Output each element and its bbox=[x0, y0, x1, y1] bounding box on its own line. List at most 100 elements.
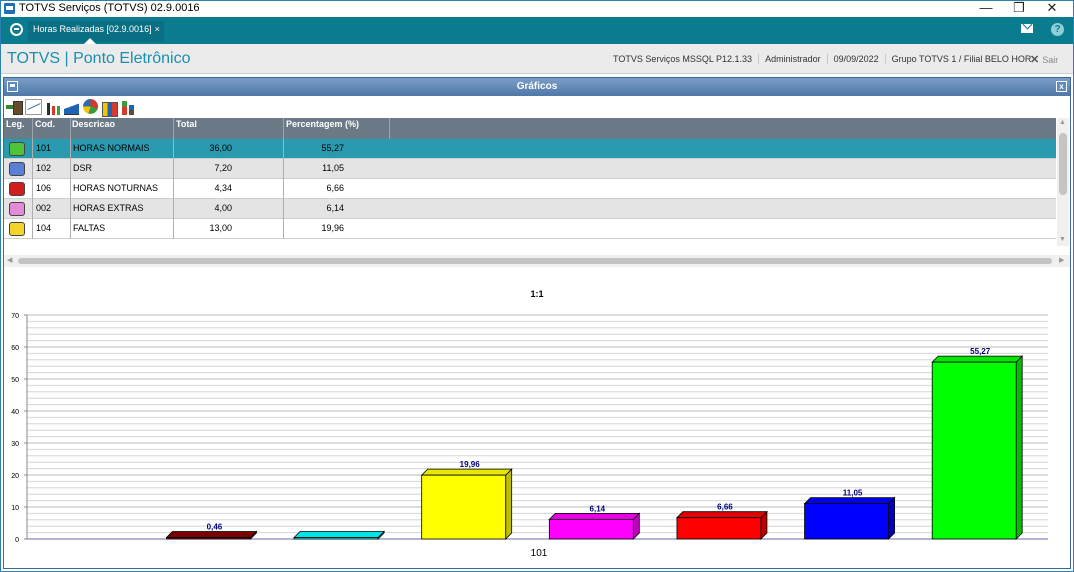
tab-label: Horas Realizadas [02.9.0016] bbox=[33, 24, 152, 34]
window-titlebar: TOTVS Serviços (TOTVS) 02.9.0016 — ❐ ✕ bbox=[1, 0, 1073, 17]
cell-code: 002 bbox=[36, 203, 52, 213]
table-row[interactable]: 104 FALTAS 13,00 19,96 bbox=[4, 219, 1056, 239]
pie-chart-icon[interactable] bbox=[83, 99, 98, 114]
cell-description: DSR bbox=[73, 163, 93, 173]
line-chart-icon[interactable] bbox=[25, 99, 42, 115]
data-label: 55,27 bbox=[970, 347, 991, 356]
y-tick-label: 10 bbox=[11, 505, 19, 512]
bar-chart: 1:1 0 10 20 30 40 50 60 70 0,46 19,96 6,14 6,66 11,05… bbox=[11, 289, 1048, 559]
y-tick-label: 60 bbox=[11, 345, 19, 352]
cell-total: 7,20 bbox=[214, 163, 232, 173]
data-label: 11,05 bbox=[843, 489, 863, 498]
cell-percentage: 11,05 bbox=[322, 163, 344, 173]
close-window-button[interactable]: ✕ bbox=[1037, 0, 1067, 16]
bar-chart-icon[interactable] bbox=[45, 99, 62, 115]
scroll-down-icon[interactable]: ▼ bbox=[1059, 236, 1066, 243]
graficos-dialog: Gráficos x Leg. Cod. Descricao Total Per… bbox=[3, 77, 1071, 569]
application-window: TOTVS Serviços (TOTVS) 02.9.0016 — ❐ ✕ H… bbox=[0, 0, 1074, 572]
bar-side bbox=[1015, 355, 1023, 540]
cell-code: 101 bbox=[36, 143, 52, 153]
cell-code: 106 bbox=[36, 183, 52, 193]
data-label: 6,14 bbox=[590, 504, 606, 513]
x-axis-label: 101 bbox=[531, 548, 548, 559]
tab-horas-realizadas[interactable]: Horas Realizadas [02.9.0016] × bbox=[28, 21, 164, 44]
bar bbox=[166, 537, 251, 540]
cell-code: 104 bbox=[36, 223, 52, 233]
cell-percentage: 6,14 bbox=[326, 203, 344, 213]
cell-description: HORAS NORMAIS bbox=[73, 143, 150, 153]
cell-percentage: 55,27 bbox=[321, 143, 344, 153]
column-header-cod[interactable]: Cod. bbox=[35, 119, 55, 129]
y-tick-label: 20 bbox=[11, 473, 19, 480]
scroll-right-icon[interactable]: ▶ bbox=[1059, 256, 1064, 264]
area-chart-icon[interactable] bbox=[63, 99, 80, 115]
stacked-bar-icon[interactable] bbox=[120, 99, 137, 115]
exit-icon[interactable] bbox=[6, 99, 23, 115]
dialog-close-button[interactable]: x bbox=[1056, 81, 1067, 92]
chart-title: 1:1 bbox=[530, 289, 543, 299]
legend-swatch bbox=[9, 142, 25, 156]
y-tick-label: 40 bbox=[11, 409, 19, 416]
minimize-button[interactable]: — bbox=[971, 0, 1001, 16]
table-row[interactable]: 101 HORAS NORMAIS 36,00 55,27 bbox=[4, 139, 1056, 159]
date-label: 09/09/2022 bbox=[826, 54, 885, 64]
column-header-total[interactable]: Total bbox=[176, 119, 197, 129]
bar-top bbox=[165, 531, 258, 538]
session-info: TOTVS Serviços MSSQL P12.1.33 Administrad… bbox=[607, 54, 1037, 64]
legend-swatch bbox=[9, 202, 25, 216]
table-row[interactable]: 002 HORAS EXTRAS 4,00 6,14 bbox=[4, 199, 1056, 219]
data-label: 0,46 bbox=[207, 523, 223, 532]
module-title: TOTVS | Ponto Eletrônico bbox=[7, 50, 191, 67]
help-icon[interactable]: ? bbox=[1051, 23, 1064, 36]
cell-description: HORAS EXTRAS bbox=[73, 203, 144, 213]
table-row[interactable]: 102 DSR 7,20 11,05 bbox=[4, 159, 1056, 179]
bar-top bbox=[803, 497, 896, 505]
table-horizontal-scrollbar[interactable]: ◀ ▶ bbox=[4, 255, 1070, 267]
bar-top bbox=[931, 355, 1024, 363]
cell-total: 13,00 bbox=[209, 223, 232, 233]
mail-icon[interactable] bbox=[1021, 24, 1033, 33]
bar-top bbox=[675, 511, 768, 519]
legend-swatch bbox=[9, 182, 25, 196]
tab-close-icon[interactable]: × bbox=[155, 24, 160, 34]
app-icon bbox=[4, 3, 15, 14]
scroll-left-icon[interactable]: ◀ bbox=[7, 256, 12, 264]
scroll-up-icon[interactable]: ▲ bbox=[1059, 119, 1066, 126]
tab-bar: Horas Realizadas [02.9.0016] × ? bbox=[1, 17, 1073, 44]
environment-label: TOTVS Serviços MSSQL P12.1.33 bbox=[613, 54, 753, 64]
bar-top bbox=[420, 468, 513, 476]
y-tick-label: 30 bbox=[11, 441, 19, 448]
legend-swatch bbox=[9, 222, 25, 236]
exit-button[interactable]: ✕ Sair bbox=[1030, 53, 1058, 66]
data-label: 6,66 bbox=[717, 503, 733, 512]
bar bbox=[293, 537, 379, 540]
dialog-titlebar: Gráficos x bbox=[4, 78, 1070, 96]
events-table: Leg. Cod. Descricao Total Percentagem (%… bbox=[4, 118, 1056, 246]
restore-button[interactable]: ❐ bbox=[1004, 0, 1034, 16]
bar-top bbox=[548, 512, 641, 520]
totvs-logo-icon[interactable] bbox=[10, 23, 23, 36]
exit-label: Sair bbox=[1042, 55, 1059, 65]
window-title: TOTVS Serviços (TOTVS) 02.9.0016 bbox=[19, 2, 200, 14]
table-row[interactable]: 106 HORAS NOTURNAS 4,34 6,66 bbox=[4, 179, 1056, 199]
y-tick-label: 50 bbox=[11, 377, 19, 384]
user-label: Administrador bbox=[758, 54, 827, 64]
company-label[interactable]: Grupo TOTVS 1 / Filial BELO HOR bbox=[884, 54, 1038, 64]
bar bbox=[548, 518, 634, 540]
bar-side bbox=[888, 496, 895, 540]
cell-percentage: 19,96 bbox=[321, 223, 344, 233]
y-tick-label: 0 bbox=[15, 537, 19, 544]
column-header-leg[interactable]: Leg. bbox=[6, 119, 25, 129]
cell-total: 36,00 bbox=[209, 143, 232, 153]
table-vertical-scrollbar[interactable]: ▲ ▼ bbox=[1057, 118, 1069, 246]
grouped-bar-icon[interactable] bbox=[101, 99, 118, 117]
horizontal-scroll-thumb[interactable] bbox=[18, 258, 1052, 264]
cell-code: 102 bbox=[36, 163, 52, 173]
column-header-percentagem[interactable]: Percentagem (%) bbox=[286, 119, 359, 129]
data-label: 19,96 bbox=[460, 460, 481, 469]
bar-top bbox=[293, 531, 386, 538]
dialog-icon bbox=[7, 81, 18, 92]
bar bbox=[421, 474, 507, 540]
column-header-descricao[interactable]: Descricao bbox=[72, 119, 115, 129]
vertical-scroll-thumb[interactable] bbox=[1059, 133, 1067, 195]
